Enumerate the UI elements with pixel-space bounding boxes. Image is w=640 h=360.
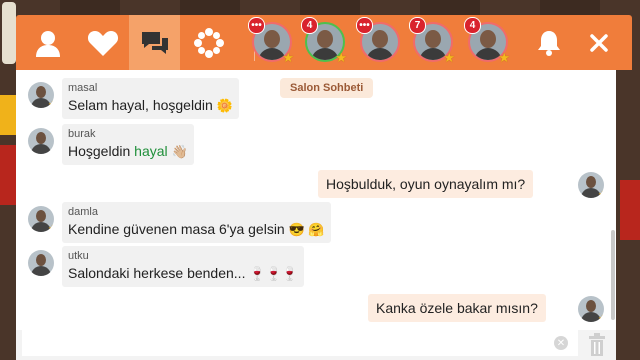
notifications-button[interactable] [524,15,574,70]
own-chat-message: Kanka özele bakar mısın? [368,294,546,322]
star-icon: ★ [443,50,455,65]
tab-favorites[interactable] [75,15,130,70]
chat-input-row: ✕ [16,330,616,360]
message-text: Selam hayal, hoşgeldin [68,97,213,113]
close-button[interactable] [574,15,624,70]
tab-chat[interactable] [129,15,180,70]
tab-settings[interactable] [181,15,236,70]
own-chat-message: Hoşbulduk, oyun oynayalım mı? [318,170,534,198]
sender-name[interactable]: utku [68,250,298,262]
chat-message: masal Selam hayal, hoşgeldin 🌼 [62,78,239,119]
chat-message: utku Salondaki herkese benden... 🍷🍷🍷 [62,246,304,287]
sender-name[interactable]: damla [68,206,325,218]
chat-scrollbar[interactable] [611,230,615,320]
star-icon: ★ [335,50,347,65]
clear-input-button[interactable]: ✕ [554,336,568,350]
online-user-avatar[interactable]: ••• [356,17,400,62]
star-icon: ★ [282,50,294,65]
own-avatar[interactable]: ★ [578,296,604,322]
sender-avatar[interactable]: ★ [28,206,54,232]
sunglasses-emoji: 😎 🤗 [288,222,325,237]
message-text: Hoşbulduk, oyun oynayalım mı? [326,176,526,192]
heart-icon [87,30,118,56]
chat-panel: Salon Sohbeti ★ masal Selam hayal, hoşge… [16,70,616,330]
game-board-edge [0,145,16,205]
unread-badge: ••• [356,17,373,34]
settings-gear-icon [193,27,224,58]
wave-emoji: 👋🏼 [171,144,188,159]
sender-name[interactable]: masal [68,82,233,94]
trash-icon [589,333,605,356]
chat-bubbles-icon [141,31,168,54]
flower-emoji: 🌼 [216,98,233,113]
game-tile [2,2,16,64]
star-icon: ★ [498,50,510,65]
own-avatar[interactable]: ★ [578,172,604,198]
chat-message: damla Kendine güvenen masa 6'ya gelsin 😎… [62,202,331,243]
chat-message: burak Hoşgeldin hayal 👋🏼 [62,124,194,165]
online-user-avatar[interactable]: ••• ★ [248,17,294,65]
close-icon [590,33,608,52]
sender-avatar[interactable]: ★ [28,82,54,108]
message-text: Salondaki herkese benden... [68,265,246,281]
online-user-avatar[interactable]: 4 ★ [464,17,510,65]
unread-badge: ••• [248,17,265,34]
message-text: Kendine güvenen masa 6'ya gelsin [68,221,285,237]
wine-glass-emoji: 🍷🍷🍷 [249,266,298,281]
message-text: Kanka özele bakar mısın? [376,300,538,316]
delete-button[interactable] [582,330,612,360]
sender-avatar[interactable] [28,250,54,276]
star-icon: ★ [48,224,54,233]
star-icon: ★ [598,190,604,199]
message-text: Hoşgeldin [68,143,131,159]
bell-icon [538,30,560,56]
star-icon: ★ [598,314,604,323]
user-icon [35,30,60,57]
game-board-edge [0,95,16,135]
top-bar: ••• ★ 4 ★ ••• 7 ★ 4 ★ [16,15,632,70]
sender-avatar[interactable] [28,128,54,154]
mention-link[interactable]: hayal [134,143,167,159]
online-user-avatar[interactable]: 7 ★ [409,17,455,65]
game-board-edge [620,180,640,240]
unread-badge: 4 [301,17,318,34]
unread-badge: 4 [464,17,481,34]
chat-input[interactable] [22,330,578,356]
room-label: Salon Sohbeti [280,78,374,98]
online-user-avatar[interactable]: 4 ★ [301,17,347,65]
star-icon: ★ [48,100,54,109]
clear-icon: ✕ [556,337,566,349]
tab-profile[interactable] [20,15,75,70]
sender-name[interactable]: burak [68,128,188,140]
unread-badge: 7 [409,17,426,34]
